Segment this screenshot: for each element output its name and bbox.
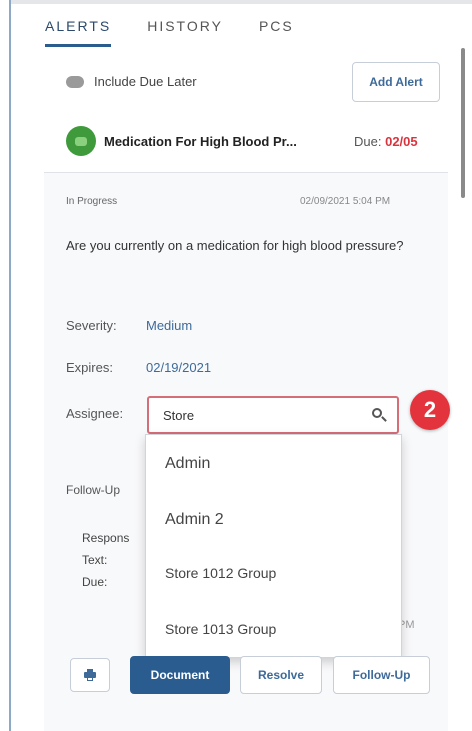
followup-label: Follow-Up (66, 483, 121, 497)
dropdown-option-store-1012[interactable]: Store 1012 Group (146, 565, 401, 581)
step-number-badge: 2 (410, 390, 450, 430)
dropdown-option-admin-2[interactable]: Admin 2 (146, 511, 401, 529)
follow-up-button[interactable]: Follow-Up (333, 656, 430, 694)
include-due-later-toggle[interactable] (66, 75, 84, 88)
include-due-later-label: Include Due Later (94, 74, 197, 89)
scrollbar[interactable] (461, 48, 465, 198)
response-label: Respons (82, 531, 130, 545)
text-label: Text: (82, 553, 108, 567)
severity-label: Severity: (66, 318, 117, 333)
dropdown-option-admin[interactable]: Admin (146, 455, 401, 473)
search-icon[interactable] (371, 407, 387, 423)
assignee-search-box[interactable] (147, 396, 399, 434)
left-border (9, 0, 11, 731)
dropdown-option-store-1013[interactable]: Store 1013 Group (146, 621, 401, 637)
tab-alerts[interactable]: ALERTS (45, 18, 112, 47)
expires-label: Expires: (66, 360, 113, 375)
document-button[interactable]: Document (130, 656, 230, 694)
assignee-search-input[interactable] (163, 407, 371, 423)
alert-question: Are you currently on a medication for hi… (66, 238, 404, 253)
tab-pcs[interactable]: PCS (259, 18, 294, 47)
response-due-label: Due: (82, 575, 108, 589)
add-alert-button[interactable]: Add Alert (352, 62, 440, 102)
assignee-dropdown: Admin Admin 2 Store 1012 Group Store 101… (145, 434, 402, 658)
top-edge (9, 0, 472, 4)
alert-due: Due: 02/05 (354, 134, 418, 149)
severity-value[interactable]: Medium (146, 318, 192, 333)
tab-bar: ALERTS HISTORY PCS (45, 18, 294, 47)
print-button[interactable] (70, 658, 110, 692)
status-text: In Progress (66, 196, 118, 207)
medication-alert-icon (66, 126, 96, 156)
tab-history[interactable]: HISTORY (147, 18, 223, 47)
expires-value[interactable]: 02/19/2021 (146, 360, 211, 375)
alert-title: Medication For High Blood Pr... (104, 133, 297, 149)
alert-due-label: Due: (354, 133, 382, 149)
response-block: Respons Text: Due: (82, 527, 129, 593)
printer-icon (84, 669, 96, 681)
assignee-label: Assignee: (66, 406, 124, 421)
resolve-button[interactable]: Resolve (240, 656, 322, 694)
status-timestamp: 02/09/2021 5:04 PM (300, 196, 391, 207)
alert-header-row[interactable]: Medication For High Blood Pr... Due: 02/… (66, 123, 442, 159)
include-due-later-row: Include Due Later (66, 74, 197, 89)
alert-due-date: 02/05 (385, 133, 418, 149)
